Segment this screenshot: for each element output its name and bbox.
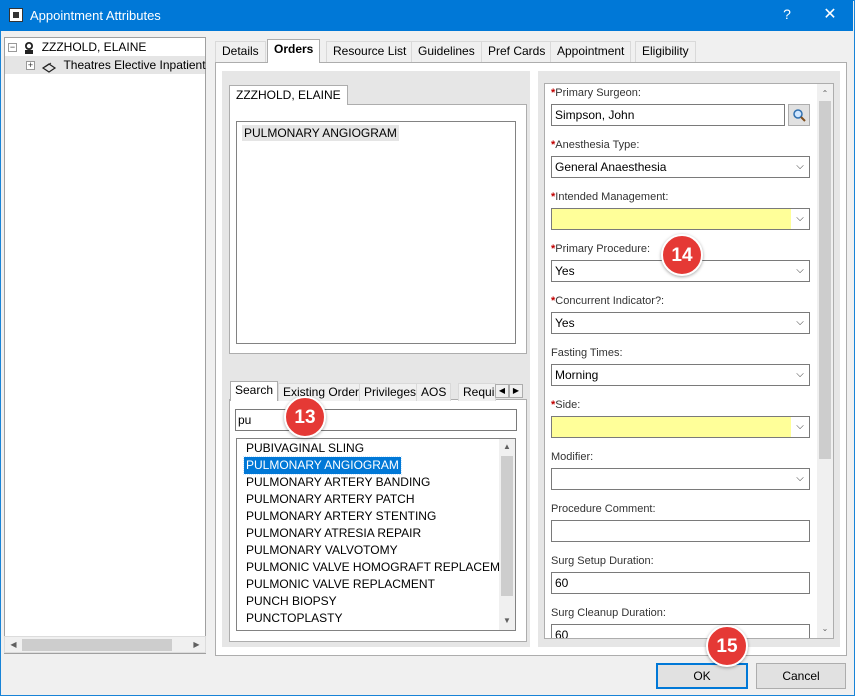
modifier-label: Modifier:: [551, 451, 594, 463]
scroll-down-icon[interactable]: ⌄: [817, 621, 833, 636]
surg-setup-duration-label: Surg Setup Duration:: [551, 555, 654, 567]
scroll-thumb[interactable]: [22, 639, 172, 651]
tab-guidelines[interactable]: Guidelines: [411, 41, 482, 62]
result-item[interactable]: PUBIVAGINAL SLING: [244, 440, 366, 457]
concurrent-indicator-label: *Concurrent Indicator?:: [551, 295, 665, 307]
window-title: Appointment Attributes: [30, 8, 161, 23]
chevron-down-icon[interactable]: ⌵: [791, 157, 809, 177]
tab-orders[interactable]: Orders: [267, 39, 321, 63]
surg-cleanup-duration-label: Surg Cleanup Duration:: [551, 607, 666, 619]
chevron-down-icon[interactable]: ⌵: [791, 365, 809, 385]
chevron-down-icon[interactable]: ⌵: [791, 417, 809, 437]
tab-eligibility[interactable]: Eligibility: [635, 41, 696, 62]
result-item[interactable]: PULMONIC VALVE REPLACMENT: [244, 576, 437, 593]
scroll-down-icon[interactable]: ▼: [499, 613, 515, 628]
side-label: *Side:: [551, 399, 581, 411]
scroll-thumb[interactable]: [819, 101, 831, 459]
tree-node-encounter[interactable]: + Theatres Elective Inpatient: [5, 56, 206, 74]
ok-button[interactable]: OK: [656, 663, 748, 689]
form-scrollbar[interactable]: ⌃ ⌄: [817, 84, 833, 638]
order-search-input[interactable]: [235, 409, 517, 431]
primary-surgeon-field[interactable]: Simpson, John: [551, 104, 785, 126]
cancel-button[interactable]: Cancel: [756, 663, 846, 689]
app-icon: [9, 8, 23, 22]
tree-node-patient[interactable]: − ZZZHOLD, ELAINE: [5, 38, 205, 56]
tree-node-encounter-label: Theatres Elective Inpatient: [63, 58, 206, 72]
callout-badge-14: 14: [661, 234, 703, 276]
scroll-up-icon[interactable]: ⌃: [817, 86, 833, 101]
result-item[interactable]: PUNCTOPLASTY: [244, 610, 344, 627]
tab-pref-cards[interactable]: Pref Cards: [481, 41, 553, 62]
results-scrollbar[interactable]: ▲ ▼: [499, 439, 515, 630]
selected-orders-list[interactable]: PULMONARY ANGIOGRAM: [236, 121, 516, 344]
appointment-tree: − ZZZHOLD, ELAINE + Theatres Elective In…: [4, 37, 206, 654]
primary-procedure-label: *Primary Procedure:: [551, 243, 651, 255]
close-button[interactable]: ✕: [818, 4, 842, 26]
result-item[interactable]: PULMONIC VALVE HOMOGRAFT REPLACEMENT: [244, 559, 515, 576]
magnifier-icon: [793, 109, 806, 122]
result-item[interactable]: PULMONARY ATRESIA REPAIR: [244, 525, 423, 542]
tree-horizontal-scrollbar[interactable]: ◀ ▶: [4, 636, 206, 653]
search-results-list[interactable]: PUBIVAGINAL SLING PULMONARY ANGIOGRAM PU…: [236, 438, 516, 631]
result-item[interactable]: PULMONARY ARTERY BANDING: [244, 474, 432, 491]
surg-setup-duration-input[interactable]: 60: [551, 572, 810, 594]
selected-order-item[interactable]: PULMONARY ANGIOGRAM: [242, 125, 399, 141]
scroll-left-icon[interactable]: ◀: [5, 637, 22, 652]
help-button[interactable]: ?: [776, 6, 798, 26]
surg-cleanup-duration-input[interactable]: 60: [551, 624, 810, 638]
tab-requi[interactable]: Requi: [458, 383, 496, 401]
scroll-thumb[interactable]: [501, 456, 513, 596]
tab-aos[interactable]: AOS: [416, 383, 452, 401]
tab-scroll-right-icon[interactable]: ▶: [509, 384, 523, 398]
tab-resource-list[interactable]: Resource List: [326, 41, 414, 62]
callout-badge-15: 15: [706, 625, 748, 667]
surgeon-lookup-button[interactable]: [788, 104, 810, 126]
title-bar[interactable]: Appointment Attributes ? ✕: [0, 0, 853, 31]
chevron-down-icon[interactable]: ⌵: [791, 469, 809, 489]
chevron-down-icon[interactable]: ⌵: [791, 261, 809, 281]
scroll-right-icon[interactable]: ▶: [188, 637, 205, 652]
fasting-times-label: Fasting Times:: [551, 347, 623, 359]
anesthesia-type-label: *Anesthesia Type:: [551, 139, 640, 151]
tab-search[interactable]: Search: [230, 381, 279, 401]
procedure-comment-input[interactable]: [551, 520, 810, 542]
tab-details[interactable]: Details: [215, 41, 266, 62]
callout-badge-13: 13: [284, 396, 326, 438]
chevron-down-icon[interactable]: ⌵: [791, 313, 809, 333]
fasting-times-dropdown[interactable]: Morning ⌵: [551, 364, 810, 386]
chevron-down-icon[interactable]: ⌵: [791, 209, 809, 229]
modifier-dropdown[interactable]: ⌵: [551, 468, 810, 490]
intended-management-label: *Intended Management:: [551, 191, 669, 203]
anesthesia-type-dropdown[interactable]: General Anaesthesia ⌵: [551, 156, 810, 178]
side-dropdown[interactable]: ⌵: [551, 416, 810, 438]
scroll-up-icon[interactable]: ▲: [499, 439, 515, 454]
concurrent-indicator-dropdown[interactable]: Yes ⌵: [551, 312, 810, 334]
result-item[interactable]: PULMONARY VALVOTOMY: [244, 542, 400, 559]
patient-icon: [25, 41, 34, 54]
book-icon: [42, 62, 57, 73]
result-item[interactable]: PUNCH BIOPSY: [244, 593, 339, 610]
tab-existing-orders[interactable]: Existing Orders: [278, 383, 371, 401]
tab-patient-orders[interactable]: ZZZHOLD, ELAINE: [229, 85, 348, 105]
tab-appointment[interactable]: Appointment: [550, 41, 632, 62]
tab-privileges[interactable]: Privileges: [359, 383, 422, 401]
order-details-form: *Primary Surgeon: Simpson, John *Anesthe…: [544, 83, 834, 639]
primary-surgeon-label: *Primary Surgeon:: [551, 87, 641, 99]
expand-icon[interactable]: +: [26, 61, 35, 71]
result-item[interactable]: PULMONARY ARTERY STENTING: [244, 508, 438, 525]
intended-management-dropdown[interactable]: ⌵: [551, 208, 810, 230]
procedure-comment-label: Procedure Comment:: [551, 503, 656, 515]
result-item-selected[interactable]: PULMONARY ANGIOGRAM: [243, 456, 402, 475]
tree-node-patient-label: ZZZHOLD, ELAINE: [41, 40, 147, 54]
tab-scroll-left-icon[interactable]: ◀: [495, 384, 509, 398]
collapse-icon[interactable]: −: [8, 43, 17, 53]
result-item[interactable]: PULMONARY ARTERY PATCH: [244, 491, 417, 508]
